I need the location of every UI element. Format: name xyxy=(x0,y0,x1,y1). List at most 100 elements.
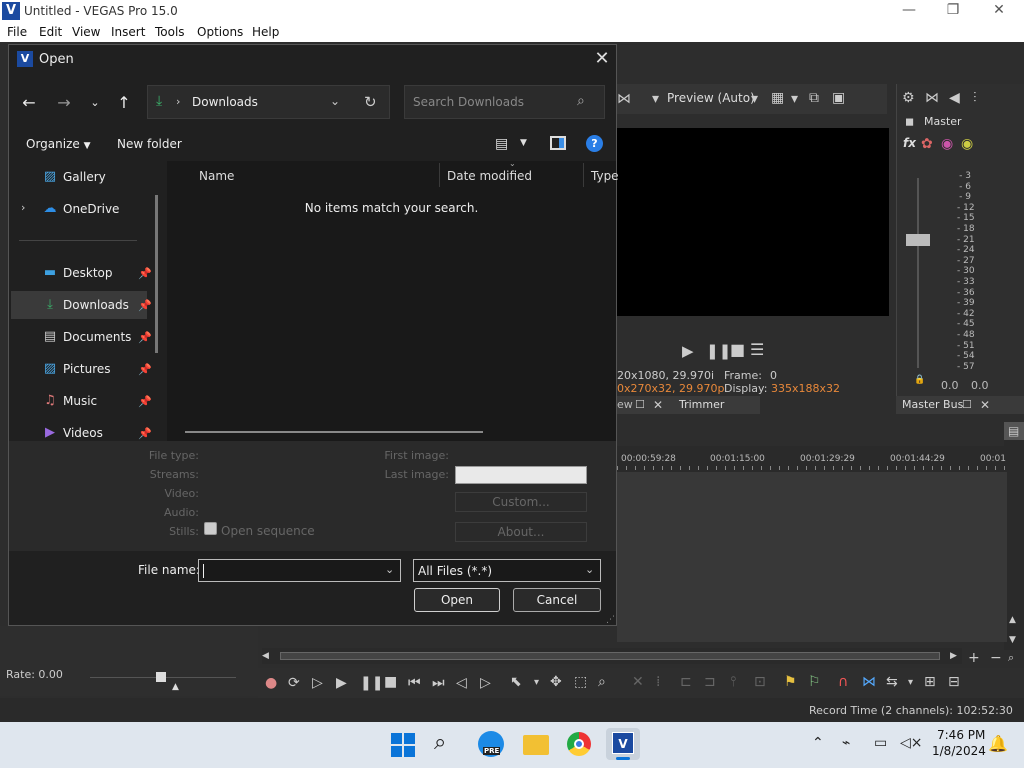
auto-crossfade-icon[interactable]: ⋈ xyxy=(862,674,876,690)
volume-fader-handle[interactable] xyxy=(906,234,930,246)
previous-frame-icon[interactable]: ◁ xyxy=(456,675,467,691)
nav-pane-scrollbar[interactable] xyxy=(155,195,158,353)
pin-icon[interactable]: 📌 xyxy=(138,299,152,312)
dropdown-arrow-icon[interactable]: ▾ xyxy=(751,91,758,107)
delete-icon[interactable]: ✕ xyxy=(632,674,644,690)
mute-icon[interactable]: ◀ xyxy=(949,90,960,106)
trim-icon[interactable]: ⁞ xyxy=(656,674,660,690)
dropdown-arrow-icon[interactable]: ▾ xyxy=(908,675,913,691)
nav-item-documents[interactable]: ▤ Documents 📌 xyxy=(11,323,152,351)
record-icon[interactable]: ● xyxy=(265,675,277,691)
edit-tool-icon[interactable]: ⬉ xyxy=(510,674,522,690)
fx-chain-icon[interactable]: ✿ xyxy=(921,136,933,152)
pre-app-icon[interactable]: PRE xyxy=(478,731,504,757)
chevron-down-icon[interactable]: ▼ xyxy=(520,138,527,148)
menu-edit[interactable]: Edit xyxy=(39,25,62,39)
fx-label[interactable]: fx xyxy=(903,136,916,150)
minimize-button[interactable]: — xyxy=(894,2,924,20)
save-snapshot-icon[interactable]: ▣ xyxy=(832,90,845,106)
scroll-down-icon[interactable]: ▼ xyxy=(1009,632,1016,648)
checkbox-icon[interactable]: ◼ xyxy=(905,114,914,130)
pin-icon[interactable]: 📌 xyxy=(138,427,152,440)
preview-pane-icon[interactable] xyxy=(550,136,566,150)
custom-button[interactable]: Custom... xyxy=(455,492,587,512)
menu-options[interactable]: Options xyxy=(197,25,243,39)
column-separator[interactable] xyxy=(583,163,584,187)
file-explorer-icon[interactable] xyxy=(523,735,549,755)
downmix-icon[interactable]: ⋈ xyxy=(925,90,939,106)
next-frame-icon[interactable]: ▷ xyxy=(480,675,491,691)
timeline-tracks-area[interactable] xyxy=(617,472,1007,642)
volume-muted-icon[interactable]: ◁× xyxy=(900,735,923,751)
dropdown-arrow-icon[interactable]: ▾ xyxy=(652,91,659,107)
menu-tools[interactable]: Tools xyxy=(155,25,185,39)
zoom-out-icon[interactable]: − xyxy=(990,650,1002,666)
organize-button[interactable]: Organize ▼ xyxy=(26,137,91,151)
maximize-button[interactable]: ❐ xyxy=(938,2,968,20)
go-to-end-icon[interactable]: ⏭ xyxy=(432,675,445,691)
column-type[interactable]: Type xyxy=(591,169,619,183)
copy-snapshot-icon[interactable]: ⧉ xyxy=(809,90,819,106)
play-from-start-icon[interactable]: ▷ xyxy=(312,675,323,691)
loop-icon[interactable]: ⟳ xyxy=(288,675,300,691)
open-sequence-checkbox[interactable] xyxy=(204,522,217,535)
trim-end-icon[interactable]: ⊐ xyxy=(704,674,716,690)
stop-icon[interactable]: ■ xyxy=(730,342,745,358)
forward-arrow-icon[interactable]: → xyxy=(52,91,76,115)
close-tab-icon[interactable]: ✕ xyxy=(653,397,663,413)
chrome-icon[interactable] xyxy=(567,732,591,756)
gear-icon[interactable]: ⚙ xyxy=(902,90,915,106)
chevron-right-icon[interactable]: › xyxy=(21,201,25,214)
network-icon[interactable]: ⌁ xyxy=(842,735,850,751)
start-button[interactable] xyxy=(391,733,415,757)
file-list-horizontal-scrollbar[interactable] xyxy=(185,431,483,433)
region-icon[interactable]: ⚐ xyxy=(808,674,821,690)
preview-quality-dropdown[interactable]: Preview (Auto) xyxy=(667,91,755,105)
nav-item-onedrive[interactable]: › ☁ OneDrive xyxy=(11,195,147,223)
lock-icon[interactable]: ⊡ xyxy=(754,674,766,690)
search-input[interactable]: Search Downloads xyxy=(413,95,524,109)
address-bar[interactable]: ⤓ › Downloads ⌄ ↻ xyxy=(147,85,390,119)
recent-locations-icon[interactable]: ⌄ xyxy=(83,91,107,115)
resize-grip-icon[interactable]: ⋰ xyxy=(606,615,615,625)
menu-file[interactable]: File xyxy=(7,25,27,39)
zoom-tool-icon[interactable]: ⌕ xyxy=(598,674,606,690)
go-to-start-icon[interactable]: ⏮ xyxy=(408,675,421,691)
pause-icon[interactable]: ❚❚ xyxy=(360,675,383,691)
scroll-up-icon[interactable]: ▲ xyxy=(1009,612,1016,628)
search-box[interactable]: Search Downloads ⌕ xyxy=(404,85,605,119)
up-arrow-icon[interactable]: ↑ xyxy=(112,91,136,115)
split-icon[interactable]: ⫯ xyxy=(730,674,736,690)
marker-icon[interactable]: ▤ xyxy=(1004,422,1024,440)
ignore-grouping-icon[interactable]: ⊟ xyxy=(948,674,960,690)
play-icon[interactable]: ▶ xyxy=(682,343,694,359)
nav-item-music[interactable]: ♫ Music 📌 xyxy=(11,387,152,415)
search-icon[interactable]: ⌕ xyxy=(434,730,446,755)
zoom-in-icon[interactable]: + xyxy=(968,650,980,666)
rate-slider-handle[interactable] xyxy=(156,672,166,682)
cancel-button[interactable]: Cancel xyxy=(513,588,601,612)
chevron-down-icon[interactable]: ⌄ xyxy=(585,563,594,576)
open-button[interactable]: Open xyxy=(414,588,500,612)
menu-insert[interactable]: Insert xyxy=(111,25,145,39)
split-view-icon[interactable]: ⋈ xyxy=(617,91,631,107)
pin-icon[interactable]: 📌 xyxy=(138,331,152,344)
grid-overlay-icon[interactable]: ▦ xyxy=(771,90,784,106)
file-list[interactable]: Name Date modified ⌄ Type No items match… xyxy=(167,159,619,441)
menu-view[interactable]: View xyxy=(72,25,100,39)
pin-icon[interactable]: 📌 xyxy=(138,267,152,280)
help-icon[interactable]: ? xyxy=(586,135,603,152)
play-icon[interactable]: ▶ xyxy=(336,675,347,691)
stop-icon[interactable]: ■ xyxy=(384,674,397,690)
dialog-close-button[interactable]: ✕ xyxy=(589,48,615,72)
column-separator[interactable] xyxy=(439,163,440,187)
lock-envelopes-icon[interactable]: ⊞ xyxy=(924,674,936,690)
timeline-ruler[interactable]: 00:00:59:28 00:01:15:00 00:01:29:29 00:0… xyxy=(617,446,1007,472)
scroll-right-icon[interactable]: ▶ xyxy=(950,648,957,664)
pin-icon[interactable]: 📌 xyxy=(138,363,152,376)
nav-item-downloads[interactable]: ⤓ Downloads 📌 xyxy=(11,291,152,319)
back-arrow-icon[interactable]: ← xyxy=(17,91,41,115)
close-tab-icon[interactable]: ✕ xyxy=(980,397,990,413)
lock-icon[interactable]: 🔒 xyxy=(914,375,925,385)
snapping-icon[interactable]: ∩ xyxy=(838,674,848,690)
